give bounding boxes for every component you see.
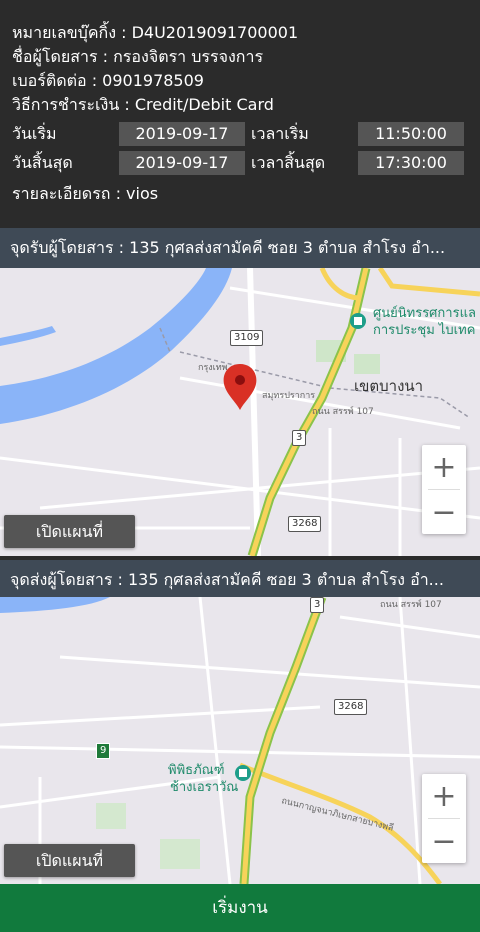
road-shield-3268: 3268 bbox=[334, 699, 368, 715]
booking-number: หมายเลขบุ๊คกิ้ง : D4U2019091700001 bbox=[12, 23, 299, 42]
dropoff-map-canvas bbox=[0, 597, 480, 884]
pickup-map[interactable]: 3109 3 3268 ศูนย์นิทรรศการแล การประชุม ไ… bbox=[0, 268, 480, 556]
dropoff-open-map-button[interactable]: เปิดแผนที่ bbox=[4, 844, 135, 877]
poi-label-line1: ศูนย์นิทรรศการแล bbox=[373, 306, 476, 321]
payment-method: วิธีการชำระเงิน : Credit/Debit Card bbox=[12, 95, 274, 114]
start-time-label: เวลาเริ่ม bbox=[251, 124, 309, 143]
booking-info-panel: หมายเลขบุ๊คกิ้ง : D4U2019091700001 ชื่อผ… bbox=[0, 0, 480, 228]
passenger-name: ชื่อผู้โดยสาร : กรองจิตรา บรรจงการ bbox=[12, 47, 264, 66]
zoom-in-button[interactable]: + bbox=[422, 445, 466, 489]
road-label-b: สมุทรปราการ bbox=[262, 391, 316, 401]
road-label-a: กรุงเทพ bbox=[198, 363, 228, 373]
poi-label-line1: พิพิธภัณฑ์ bbox=[168, 763, 225, 778]
end-time-value: 17:30:00 bbox=[358, 151, 464, 175]
road-shield-9: 9 bbox=[96, 743, 111, 759]
dropoff-address: จุดส่งผู้โดยสาร : 135 กุศลส่งสามัคคี ซอย… bbox=[0, 560, 480, 600]
road-shield-3109: 3109 bbox=[230, 330, 264, 346]
road-shield-3268: 3268 bbox=[288, 516, 322, 532]
zoom-in-button[interactable]: + bbox=[422, 774, 466, 818]
zoom-out-button[interactable]: − bbox=[422, 490, 466, 534]
pickup-open-map-button[interactable]: เปิดแผนที่ bbox=[4, 515, 135, 548]
pickup-zoom-controls: + − bbox=[422, 445, 466, 534]
road-label-c: ถนน สรรพ์ 107 bbox=[312, 407, 374, 417]
car-details: รายละเอียดรถ : vios bbox=[12, 184, 159, 203]
end-time-label: เวลาสิ้นสุด bbox=[251, 153, 326, 172]
start-time-value: 11:50:00 bbox=[358, 122, 464, 146]
poi-label-line2: การประชุม ไบเทค bbox=[373, 323, 476, 338]
dropoff-zoom-controls: + − bbox=[422, 774, 466, 863]
road-label-c: ถนน สรรพ์ 107 bbox=[380, 600, 442, 610]
road-shield-3: 3 bbox=[310, 597, 325, 613]
pickup-address: จุดรับผู้โดยสาร : 135 กุศลส่งสามัคคี ซอย… bbox=[0, 228, 480, 268]
start-date-label: วันเริ่ม bbox=[12, 124, 57, 143]
road-shield-3: 3 bbox=[292, 430, 307, 446]
poi-label-line2: ช้างเอราวัณ bbox=[170, 780, 239, 795]
district-label: เขตบางนา bbox=[354, 377, 424, 395]
end-date-value: 2019-09-17 bbox=[119, 151, 245, 175]
start-job-button[interactable]: เริ่มงาน bbox=[0, 884, 480, 932]
dropoff-map[interactable]: 3 3268 9 พิพิธภัณฑ์ ช้างเอราวัณ ถนน สรรพ… bbox=[0, 597, 480, 884]
start-date-value: 2019-09-17 bbox=[119, 122, 245, 146]
phone-number: เบอร์ติดต่อ : 0901978509 bbox=[12, 71, 204, 90]
zoom-out-button[interactable]: − bbox=[422, 819, 466, 863]
end-date-label: วันสิ้นสุด bbox=[12, 153, 73, 172]
